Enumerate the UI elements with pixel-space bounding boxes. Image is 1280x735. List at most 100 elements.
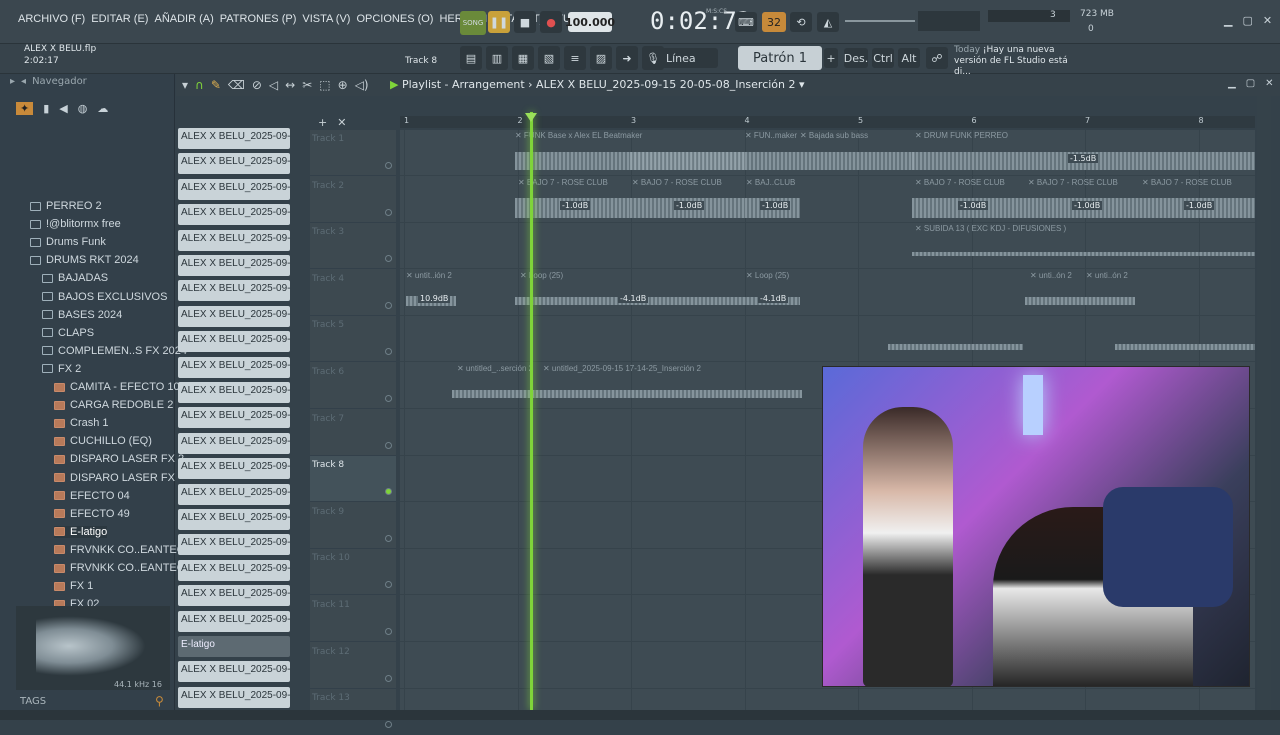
menu-item[interactable]: VISTA (V) xyxy=(302,13,350,25)
track-mute-led[interactable] xyxy=(385,721,392,729)
clip-label[interactable]: ✕ BAJO 7 - ROSE CLUB xyxy=(1142,178,1232,187)
browser-item[interactable]: CARGA REDOBLE 2 xyxy=(54,399,173,411)
zoom-icon[interactable]: ⊕ xyxy=(338,78,348,92)
maximize-icon[interactable]: ▢ xyxy=(1246,78,1255,89)
track-mute-led[interactable] xyxy=(385,441,392,449)
browser-item[interactable]: CLAPS xyxy=(42,327,94,339)
piano-roll-icon[interactable]: ▥ xyxy=(486,46,508,70)
arrow-left-icon[interactable]: ◂ xyxy=(21,76,26,87)
browser-item[interactable]: E-latigo xyxy=(54,525,108,538)
song-mode-toggle[interactable]: SONG xyxy=(460,11,486,35)
clip-label[interactable]: ✕ DRUM FUNK PERREO xyxy=(915,131,1008,140)
browser-item[interactable]: Drums Funk xyxy=(30,236,106,248)
browser-item[interactable]: BAJOS EXCLUSIVOS xyxy=(42,291,167,303)
track-header[interactable]: Track 10 xyxy=(310,549,396,596)
audio-clip-waveform[interactable] xyxy=(452,390,802,398)
browser-item[interactable]: BASES 2024 xyxy=(42,309,122,321)
arrow-icon[interactable]: ➜ xyxy=(616,46,638,70)
clip-label[interactable]: ✕ unti..ón 2 xyxy=(1086,271,1128,280)
track-mute-led[interactable] xyxy=(385,534,392,542)
track-mute-led[interactable] xyxy=(385,208,392,216)
browser-item[interactable]: BAJADAS xyxy=(42,272,108,284)
minimize-icon[interactable]: ▁ xyxy=(1228,78,1236,89)
track-lane[interactable] xyxy=(400,223,1255,270)
clip-label[interactable]: ✕ untit..ión 2 xyxy=(406,271,452,280)
clip-source[interactable]: ALEX X BELU_2025-09-15... xyxy=(178,432,290,454)
microphone-icon[interactable]: 🎙 xyxy=(642,46,664,70)
clip-label[interactable]: ✕ FUN..maker xyxy=(745,131,797,140)
browser-item[interactable]: EFECTO 04 xyxy=(54,490,130,502)
clip-source[interactable]: ALEX X BELU_2025-09-15... xyxy=(178,356,290,378)
clip-source[interactable]: ALEX X BELU_2025-09-15... xyxy=(178,280,290,302)
clip-label[interactable]: ✕ BAJ..CLUB xyxy=(746,178,795,187)
pencil-icon[interactable]: ✎ xyxy=(211,78,221,92)
browser-item[interactable]: !@blitormx free xyxy=(30,218,121,230)
clip-label[interactable]: ✕ Loop (25) xyxy=(746,271,789,280)
metronome-icon[interactable]: ◭ xyxy=(817,12,839,32)
ctrl-button[interactable]: Ctrl xyxy=(872,48,894,68)
clip-source[interactable]: ALEX X BELU_2025-09-15... xyxy=(178,534,290,556)
browser-item[interactable]: FX 2 xyxy=(42,363,81,375)
playlist-icon[interactable]: ▤ xyxy=(460,46,482,70)
minimize-icon[interactable]: ▁ xyxy=(1224,14,1232,27)
track-lane[interactable] xyxy=(400,689,1255,710)
step-counter[interactable]: 32 xyxy=(762,12,786,32)
brush-icon[interactable]: ⌫ xyxy=(228,78,245,92)
clip-source[interactable]: ALEX X BELU_2025-09-15... xyxy=(178,407,290,429)
mixer-icon[interactable]: ≡ xyxy=(564,46,586,70)
browser-icon[interactable]: ▧ xyxy=(538,46,560,70)
clip-source[interactable]: ALEX X BELU_2025-09-15... xyxy=(178,128,290,149)
track-header[interactable]: Track 12 xyxy=(310,643,396,689)
clip-label[interactable]: ✕ unti..ón 2 xyxy=(1030,271,1072,280)
audio-clip-waveform[interactable] xyxy=(745,152,915,170)
clip-source[interactable]: ALEX X BELU_2025-09-15... xyxy=(178,382,290,403)
clip-source[interactable]: ALEX X BELU_2025-09-15... xyxy=(178,509,290,530)
clip-label[interactable]: ✕ BAJO 7 - ROSE CLUB xyxy=(915,178,1005,187)
slip-icon[interactable]: ↔ xyxy=(285,78,295,92)
menu-item[interactable]: PATRONES (P) xyxy=(220,13,297,25)
playhead[interactable] xyxy=(530,112,533,710)
track-mute-led[interactable] xyxy=(385,628,392,635)
clip-label[interactable]: ✕ BAJO 7 - ROSE CLUB xyxy=(1028,178,1118,187)
loop-record-icon[interactable]: ⟲ xyxy=(790,12,812,32)
clip-source[interactable]: ALEX X BELU_2025-09-15... xyxy=(178,305,290,327)
browser-item[interactable]: CAMITA - EFECTO 102 xyxy=(54,381,186,393)
clip-label[interactable]: ✕ Loop (25) xyxy=(520,271,563,280)
track-mute-led[interactable] xyxy=(385,162,392,169)
audio-clip-waveform[interactable] xyxy=(1115,344,1255,351)
mute-icon[interactable]: ◁ xyxy=(269,78,278,92)
clip-source[interactable]: ALEX X BELU_2025-09-15... xyxy=(178,661,290,683)
playlist-title-bar[interactable]: ▶ Playlist - Arrangement › ALEX X BELU_2… xyxy=(390,78,805,91)
track-mute-led[interactable] xyxy=(385,301,392,309)
clip-source[interactable]: ALEX X BELU_2025-09-15... xyxy=(178,331,290,353)
close-icon[interactable]: ✕ xyxy=(1265,78,1273,89)
track-header[interactable]: Track 6 xyxy=(310,363,396,409)
snap-selector[interactable]: Línea xyxy=(662,48,718,68)
pattern-selector[interactable]: Patrón 1 xyxy=(738,46,822,70)
alt-button[interactable]: Alt xyxy=(898,48,920,68)
browser-item[interactable]: Crash 1 xyxy=(54,417,109,429)
clip-source[interactable]: ALEX X BELU_2025-09-15... xyxy=(178,610,290,632)
browser-item[interactable]: PERREO 2 xyxy=(30,200,102,212)
clip-source[interactable]: ALEX X BELU_2025-09-15... xyxy=(178,559,290,581)
audio-clip-waveform[interactable] xyxy=(912,252,1255,257)
browser-item[interactable]: DISPARO LASER FX xyxy=(54,472,175,484)
pin-icon[interactable]: ▸ xyxy=(10,76,15,87)
globe-icon[interactable]: ◍ xyxy=(78,102,88,115)
browser-item[interactable]: DISPARO LASER FX 2 xyxy=(54,453,184,465)
clip-label[interactable]: ✕ FUNK Base x Alex EL Beatmaker xyxy=(515,131,642,140)
delete-icon[interactable]: ⊘ xyxy=(252,78,262,92)
plugin-icon[interactable]: ▨ xyxy=(590,46,612,70)
chevron-down-icon[interactable]: ▾ xyxy=(182,78,188,92)
browser-item[interactable]: FRVNKK CO..EANTEO 2 xyxy=(54,562,195,574)
cloud-icon[interactable]: ☁ xyxy=(97,102,108,115)
record-button[interactable]: ● xyxy=(540,11,562,33)
stop-button[interactable]: ■ xyxy=(514,11,536,33)
menu-item[interactable]: ARCHIVO (F) xyxy=(18,13,85,25)
track-mute-led[interactable] xyxy=(385,581,392,589)
channel-rack-icon[interactable]: ▦ xyxy=(512,46,534,70)
select-icon[interactable]: ⬚ xyxy=(319,78,330,92)
browser-item[interactable]: DRUMS RKT 2024 xyxy=(30,254,139,266)
close-icon[interactable]: ✕ xyxy=(1263,14,1272,27)
playhead-marker-icon[interactable] xyxy=(525,113,537,122)
